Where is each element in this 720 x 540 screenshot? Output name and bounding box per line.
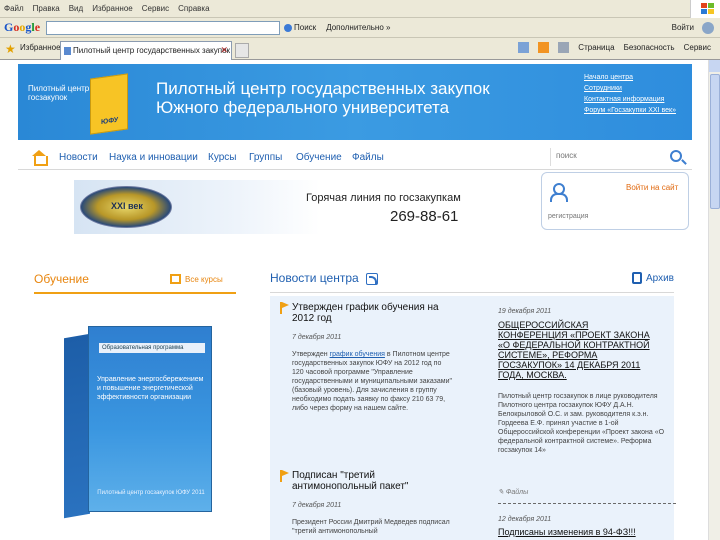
- nav-item-courses[interactable]: Курсы: [208, 152, 236, 163]
- google-signin[interactable]: Войти: [672, 23, 694, 32]
- box-side: [64, 333, 90, 519]
- emblem-icon: XXI век: [80, 186, 172, 228]
- all-courses-link[interactable]: Все курсы: [170, 274, 223, 284]
- scroll-thumb[interactable]: [710, 74, 720, 209]
- home-icon[interactable]: [518, 42, 530, 53]
- banner-link-forum[interactable]: Форум «Госзакупки XXI век»: [584, 105, 680, 116]
- news-item-title[interactable]: Утвержден график обучения на 2012 год: [292, 302, 452, 324]
- site-logo[interactable]: Пилотный центр госзакупок ЮФУ: [28, 73, 140, 135]
- news-item-body: Утвержден график обучения в Пилотном цен…: [292, 351, 452, 412]
- menu-tools[interactable]: Сервис: [142, 4, 169, 13]
- divider: [498, 503, 676, 504]
- news-item-title[interactable]: Подписан "третий антимонопольный пакет": [292, 470, 442, 492]
- google-toolbar: Google Поиск Дополнительно » Войти: [0, 18, 720, 38]
- windows-logo-icon: [690, 0, 720, 18]
- schedule-link[interactable]: график обучения: [330, 351, 385, 358]
- news-item-date: 19 декабря 2011: [498, 308, 552, 315]
- banner-link-start[interactable]: Начало центра: [584, 72, 680, 83]
- box-footer: Пилотный центр госзакупок ЮФУ 2011: [97, 490, 205, 496]
- flag-icon: [280, 302, 289, 314]
- browser-tab[interactable]: Пилотный центр государственных закупок ✕: [60, 41, 232, 60]
- news-item-title[interactable]: Подписаны изменения в 94-ФЗ!!!: [498, 527, 658, 537]
- menu-file[interactable]: Файл: [4, 4, 24, 13]
- scroll-up-icon[interactable]: [709, 60, 720, 72]
- hotline-phone: 269-88-61: [390, 208, 459, 225]
- nav-item-groups[interactable]: Группы: [249, 152, 282, 163]
- gear-icon[interactable]: [702, 22, 714, 34]
- browser-tabbar: ★ Избранное Пилотный центр государственн…: [0, 38, 720, 60]
- banner-subtitle: Южного федерального университета: [156, 98, 450, 117]
- site-search-input[interactable]: поиск: [550, 148, 662, 166]
- login-card: Войти на сайт регистрация: [541, 172, 689, 230]
- browser-menubar: Файл Правка Вид Избранное Сервис Справка: [0, 0, 720, 18]
- menu-edit[interactable]: Правка: [33, 4, 60, 13]
- news-title[interactable]: Новости центра: [270, 271, 359, 285]
- news-item-date: 12 декабря 2011: [498, 516, 552, 523]
- google-search-input[interactable]: [46, 20, 281, 35]
- news-item-date: 7 декабря 2011: [292, 334, 342, 341]
- site-banner: Пилотный центр госзакупок ЮФУ Пилотный ц…: [18, 64, 692, 140]
- banner-link-contacts[interactable]: Контактная информация: [584, 94, 680, 105]
- banner-link-staff[interactable]: Сотрудники: [584, 83, 680, 94]
- box-header: Образовательная программа: [99, 343, 205, 353]
- education-title: Обучение: [34, 272, 89, 286]
- flag-icon: [280, 470, 289, 482]
- logo-label: ЮФУ: [101, 116, 119, 127]
- course-box-image[interactable]: Образовательная программа Управление эне…: [60, 318, 212, 519]
- hotline-title: Горячая линия по госзакупкам: [306, 192, 461, 204]
- menu-help[interactable]: Справка: [178, 4, 209, 13]
- tools-service[interactable]: Сервис: [684, 43, 711, 52]
- box-front: Образовательная программа Управление эне…: [88, 326, 212, 512]
- box-text: Управление энергосбережением и повышение…: [97, 376, 204, 401]
- nav-item-science[interactable]: Наука и инновации: [109, 152, 198, 163]
- main-nav: Новости Наука и инновации Курсы Группы О…: [18, 148, 692, 170]
- nav-item-files[interactable]: Файлы: [352, 152, 384, 163]
- rss-icon[interactable]: [366, 273, 378, 285]
- rss-feed-icon[interactable]: [538, 42, 550, 53]
- google-logo: Google: [4, 20, 41, 34]
- login-link[interactable]: Войти на сайт: [626, 183, 678, 192]
- page-icon: [64, 47, 71, 55]
- nav-item-education[interactable]: Обучение: [296, 152, 342, 163]
- news-item-body: Президент России Дмитрий Медведев подпис…: [292, 519, 450, 535]
- news-item-date: 7 декабря 2011: [292, 502, 342, 509]
- files-link[interactable]: ✎ Файлы: [498, 488, 528, 496]
- book-icon: [170, 274, 181, 284]
- banner-title: Пилотный центр государственных закупок: [156, 79, 490, 98]
- education-section-header: Обучение Все курсы: [34, 272, 236, 294]
- search-icon[interactable]: [670, 150, 682, 162]
- banner-links: Начало центра Сотрудники Контактная инфо…: [584, 72, 680, 116]
- menu-favorites[interactable]: Избранное: [92, 4, 133, 13]
- register-link[interactable]: регистрация: [548, 213, 588, 220]
- user-icon: [550, 183, 568, 202]
- archive-link[interactable]: Архив: [631, 272, 674, 284]
- browser-tools: Страница Безопасность Сервис: [518, 42, 720, 53]
- news-item-body: Пилотный центр госзакупок в лице руковод…: [498, 393, 665, 454]
- vertical-scrollbar[interactable]: [708, 60, 720, 540]
- hotline-banner[interactable]: XXI век Горячая линия по госзакупкам 269…: [74, 180, 484, 234]
- google-more-button[interactable]: Дополнительно »: [326, 23, 390, 32]
- google-search-button[interactable]: Поиск: [284, 23, 316, 32]
- star-icon[interactable]: ★: [5, 42, 16, 56]
- document-icon: [631, 272, 642, 284]
- emblem-text: XXI век: [111, 201, 143, 211]
- tab-title: Пилотный центр государственных закупок: [73, 46, 231, 55]
- new-tab-button[interactable]: [235, 43, 249, 58]
- print-icon[interactable]: [558, 42, 570, 53]
- news-item-title[interactable]: ОБЩЕРОССИЙСКАЯ КОНФЕРЕНЦИЯ «ПРОЕКТ ЗАКОН…: [498, 320, 650, 380]
- news-section-header: Новости центра Архив: [270, 271, 674, 293]
- favorites-button[interactable]: Избранное: [20, 43, 61, 52]
- menu-view[interactable]: Вид: [69, 4, 83, 13]
- tools-page[interactable]: Страница: [578, 43, 614, 52]
- close-icon[interactable]: ✕: [220, 45, 228, 56]
- tools-security[interactable]: Безопасность: [624, 43, 675, 52]
- home-icon[interactable]: [32, 150, 48, 166]
- search-icon: [284, 23, 293, 32]
- logo-book-icon: ЮФУ: [90, 73, 128, 135]
- nav-item-news[interactable]: Новости: [59, 152, 98, 163]
